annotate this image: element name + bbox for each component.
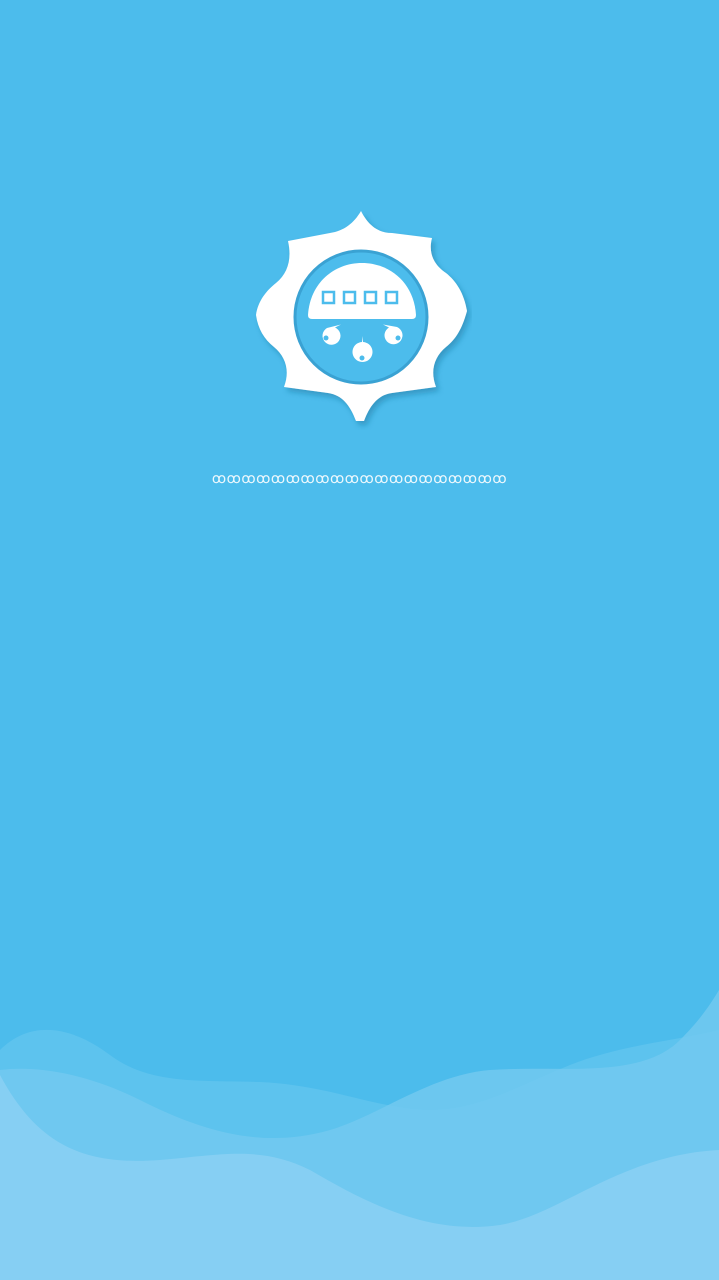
splash-screen: ꝏꝏꝏꝏꝏꝏꝏꝏꝏꝏꝏꝏꝏꝏꝏꝏꝏꝏꝏꝏ xyxy=(0,0,719,1280)
wave-decoration-icon xyxy=(0,980,719,1280)
water-meter-gear-icon xyxy=(250,205,472,430)
loading-text: ꝏꝏꝏꝏꝏꝏꝏꝏꝏꝏꝏꝏꝏꝏꝏꝏꝏꝏꝏꝏ xyxy=(211,470,508,486)
